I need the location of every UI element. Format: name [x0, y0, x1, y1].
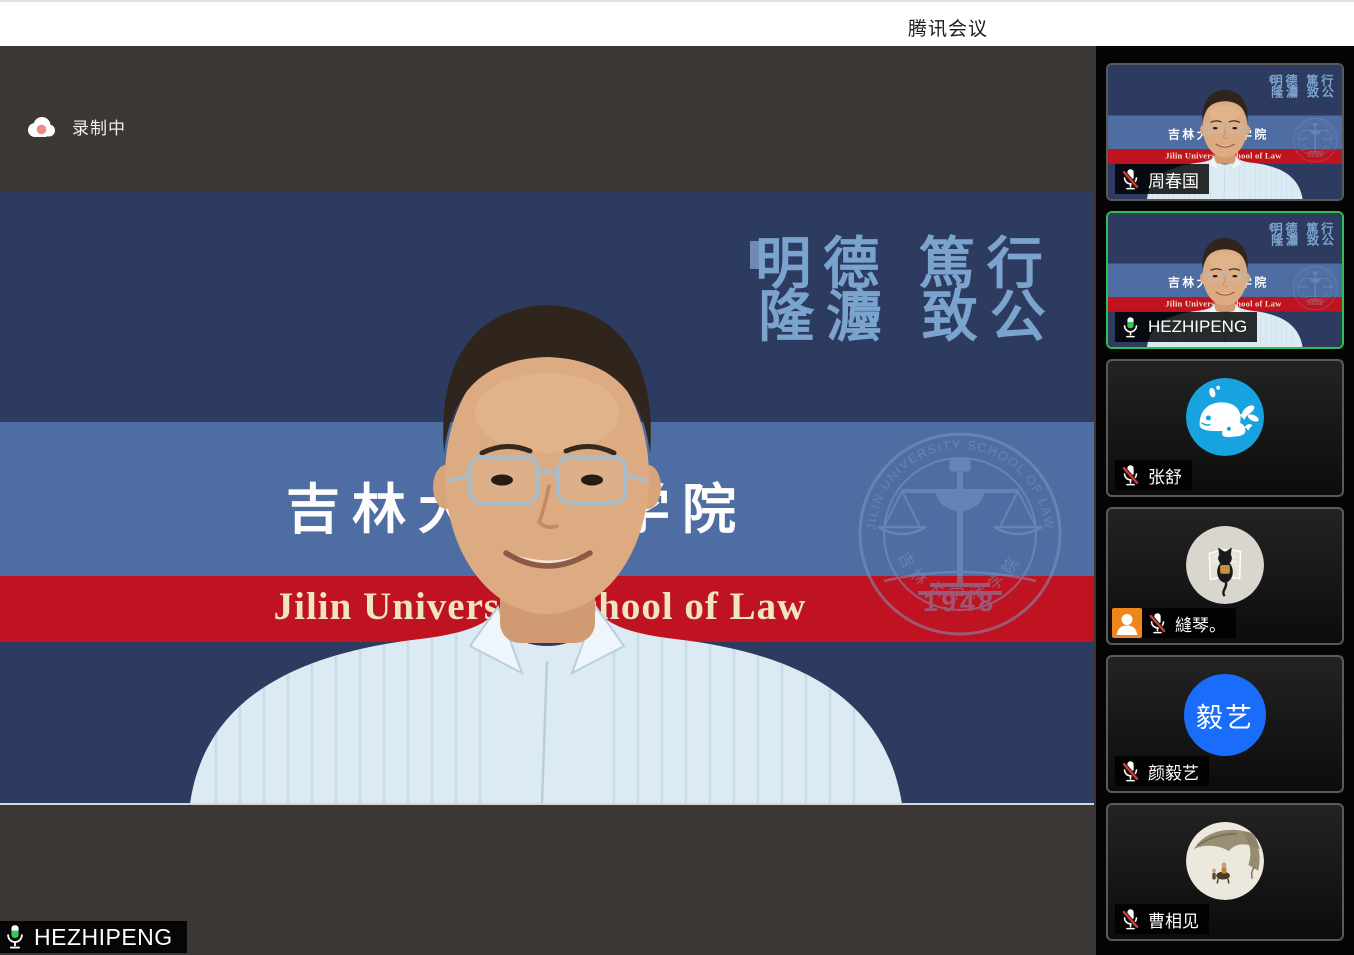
participant-tile-yanyiyi[interactable]: 毅艺 颜毅艺 — [1106, 655, 1344, 793]
participant-tile-zhouchunguo[interactable]: 周春国 — [1106, 63, 1344, 201]
participant-name: 曹相见 — [1148, 907, 1199, 932]
mic-muted-icon — [1148, 612, 1167, 635]
mic-muted-icon — [1121, 464, 1140, 487]
mic-live-icon — [1121, 316, 1140, 339]
mic-muted-icon — [1121, 760, 1140, 783]
whale-avatar — [1186, 378, 1264, 456]
participant-label: HEZHIPENG — [1115, 312, 1257, 342]
recording-label: 录制中 — [72, 114, 126, 139]
participant-label: 颜毅艺 — [1115, 756, 1209, 786]
participant-label: 曹相见 — [1115, 904, 1209, 934]
participant-name: 縫琴。 — [1175, 611, 1226, 636]
initials-avatar: 毅艺 — [1184, 674, 1266, 756]
mic-muted-icon — [1121, 168, 1140, 191]
cloud-recording-icon — [26, 116, 56, 138]
participant-name: 张舒 — [1148, 463, 1182, 488]
participant-label: 縫琴。 — [1112, 608, 1236, 638]
avatar-initials-text: 毅艺 — [1196, 696, 1254, 735]
app-title: 腾讯会议 — [908, 14, 988, 41]
mic-live-icon — [4, 924, 26, 950]
participant-label: 周春国 — [1115, 164, 1209, 194]
main-speaker-video[interactable] — [0, 192, 1094, 805]
mic-muted-icon — [1121, 908, 1140, 931]
participant-tile-hezhipeng[interactable]: HEZHIPENG — [1106, 211, 1344, 349]
main-stage: 录制中 HEZHIPENG — [0, 46, 1096, 955]
participants-panel: 周春国 HEZHIPENG — [1096, 46, 1354, 955]
participant-tile-caoxiangjian[interactable]: 曹相见 — [1106, 803, 1344, 941]
cat-book-avatar — [1186, 526, 1264, 604]
participant-label: 张舒 — [1115, 460, 1192, 490]
orange-member-badge-icon — [1112, 608, 1142, 638]
painting-avatar — [1186, 822, 1264, 900]
participant-tile-fengqin[interactable]: 縫琴。 — [1106, 507, 1344, 645]
recording-indicator[interactable]: 录制中 — [26, 114, 126, 139]
speaker-name: HEZHIPENG — [34, 924, 173, 951]
meeting-window: 腾讯会议 录制中 HEZHIPENG — [0, 0, 1354, 955]
participant-name: 周春国 — [1148, 167, 1199, 192]
titlebar: 腾讯会议 — [0, 0, 1354, 46]
speaker-nametag: HEZHIPENG — [0, 921, 187, 953]
participant-tile-zhangshu[interactable]: 张舒 — [1106, 359, 1344, 497]
participant-name: 颜毅艺 — [1148, 759, 1199, 784]
participant-name: HEZHIPENG — [1148, 317, 1247, 337]
